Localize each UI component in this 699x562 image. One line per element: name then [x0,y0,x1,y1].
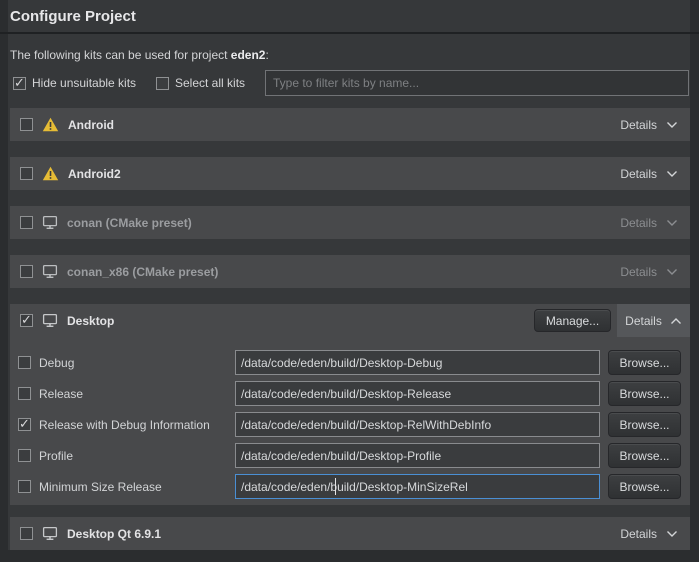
chevron-down-icon [666,268,678,276]
kit-name: Desktop Qt 6.9.1 [67,527,161,541]
details-toggle[interactable]: Details [620,265,678,279]
browse-button[interactable]: Browse... [608,474,681,499]
kit-checkbox[interactable] [20,527,33,540]
build-dir-input[interactable] [235,350,600,375]
manage-kits-button[interactable]: Manage... [534,309,611,332]
config-label: Profile [39,449,73,463]
intro-prefix: The following kits can be used for proje… [10,48,231,62]
browse-button[interactable]: Browse... [608,412,681,437]
project-name: eden2 [231,48,266,62]
config-row-minsizerel: Minimum Size Release Browse... [10,474,690,499]
kit-name: Android2 [68,167,121,181]
kit-row-conan[interactable]: conan (CMake preset) Details [10,206,690,239]
details-toggle[interactable]: Details [620,118,678,132]
build-dir-input[interactable] [235,412,600,437]
kit-name: conan (CMake preset) [67,216,192,230]
browse-button[interactable]: Browse... [608,381,681,406]
intro-suffix: : [265,48,268,62]
select-all-kits-label: Select all kits [175,76,245,90]
config-checkbox[interactable] [18,480,31,493]
details-label: Details [625,314,662,328]
browse-button[interactable]: Browse... [608,443,681,468]
config-row-debug: Debug Browse... [10,350,690,375]
chevron-down-icon [666,219,678,227]
config-label: Release with Debug Information [39,418,210,432]
kit-filter-input[interactable] [265,70,689,96]
config-label: Minimum Size Release [39,480,162,494]
build-dir-input[interactable] [235,381,600,406]
kit-row-android2[interactable]: Android2 Details [10,157,690,190]
kit-checkbox[interactable] [20,167,33,180]
build-dir-input[interactable] [235,443,600,468]
config-row-release: Release Browse... [10,381,690,406]
hide-unsuitable-kits-checkbox[interactable] [13,77,26,90]
kit-checkbox[interactable] [20,265,33,278]
details-label: Details [620,216,657,230]
desktop-icon [42,526,58,541]
config-checkbox[interactable] [18,356,31,369]
select-all-kits-option[interactable]: Select all kits [156,76,245,90]
kit-checkbox[interactable] [20,314,33,327]
kit-row-desktop[interactable]: Desktop Manage... Details [10,304,690,337]
browse-button[interactable]: Browse... [608,350,681,375]
kit-row-desktop-qt[interactable]: Desktop Qt 6.9.1 Details [10,517,690,550]
chevron-down-icon [666,121,678,129]
kit-section-desktop: Desktop Manage... Details Debug Browse..… [10,304,690,505]
details-label: Details [620,527,657,541]
kit-checkbox[interactable] [20,216,33,229]
warning-icon [42,117,59,132]
kit-name: Desktop [67,314,114,328]
chevron-down-icon [666,170,678,178]
build-dir-input-focused[interactable] [235,474,600,499]
details-toggle[interactable]: Details [620,167,678,181]
kit-checkbox[interactable] [20,118,33,131]
config-label: Debug [39,356,74,370]
chevron-up-icon [670,317,682,325]
chevron-down-icon [666,530,678,538]
desktop-icon [42,215,58,230]
text-cursor [335,478,336,495]
details-label: Details [620,265,657,279]
hide-unsuitable-kits-option[interactable]: Hide unsuitable kits [13,76,136,90]
config-row-relwithdebinfo: Release with Debug Information Browse... [10,412,690,437]
details-label: Details [620,118,657,132]
kit-row-android[interactable]: Android Details [10,108,690,141]
title-separator [0,32,699,34]
kit-name: Android [68,118,114,132]
config-checkbox[interactable] [18,387,31,400]
config-checkbox[interactable] [18,449,31,462]
details-toggle[interactable]: Details [620,216,678,230]
config-row-profile: Profile Browse... [10,443,690,468]
details-toggle-expanded[interactable]: Details [617,304,690,337]
details-toggle[interactable]: Details [620,527,678,541]
hide-unsuitable-kits-label: Hide unsuitable kits [32,76,136,90]
details-label: Details [620,167,657,181]
select-all-kits-checkbox[interactable] [156,77,169,90]
page-title: Configure Project [10,8,136,25]
kit-name: conan_x86 (CMake preset) [67,265,218,279]
desktop-icon [42,313,58,328]
config-checkbox[interactable] [18,418,31,431]
desktop-icon [42,264,58,279]
intro-text: The following kits can be used for proje… [10,48,269,62]
warning-icon [42,166,59,181]
configure-project-panel: Configure Project The following kits can… [8,0,690,550]
kit-row-conan-x86[interactable]: conan_x86 (CMake preset) Details [10,255,690,288]
config-label: Release [39,387,83,401]
